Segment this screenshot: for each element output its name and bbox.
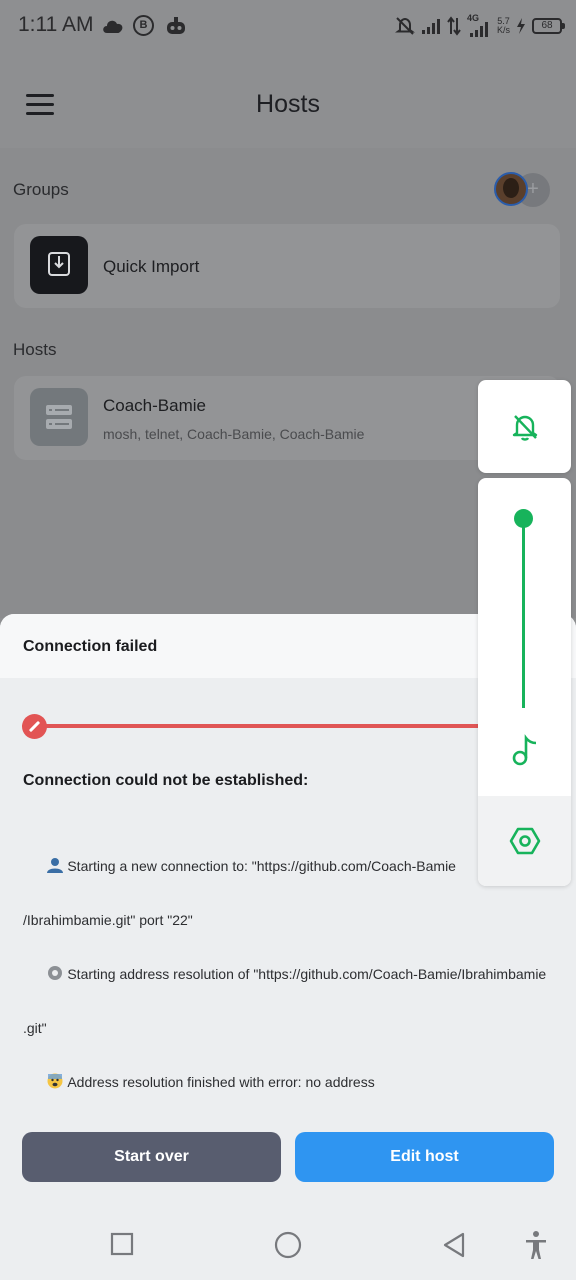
music-note-icon	[512, 734, 537, 766]
connection-progress-line	[22, 724, 492, 728]
network-speed: 5.7 K/s	[496, 16, 510, 35]
data-arrows-icon	[447, 16, 461, 36]
status-time: 1:11 AM	[18, 13, 94, 36]
hosts-label: Hosts	[13, 340, 57, 359]
settings-icon	[509, 827, 541, 855]
quick-import-card[interactable]: Quick Import	[14, 224, 560, 308]
signal-4g-icon: 4G	[467, 14, 491, 38]
avatar-group: +	[494, 172, 558, 207]
gear-emoji-icon	[48, 966, 63, 980]
battery-icon: 68	[532, 18, 565, 34]
system-nav-bar	[0, 1214, 576, 1280]
host-name: Coach-Bamie	[103, 396, 206, 415]
status-icons: 4G 5.7 K/s 68	[394, 10, 565, 42]
server-icon	[30, 388, 88, 446]
sheet-title: Connection failed	[23, 638, 158, 655]
log-line: Address resolution finished with error: …	[23, 1042, 563, 1123]
b-badge-icon: B	[133, 15, 154, 36]
error-status-icon	[22, 714, 47, 739]
recents-square-icon[interactable]	[110, 1232, 134, 1256]
start-over-button[interactable]: Start over	[22, 1132, 281, 1182]
quick-import-label: Quick Import	[103, 257, 200, 276]
volume-settings-button[interactable]	[478, 796, 571, 886]
charging-icon	[517, 18, 525, 34]
error-heading: Connection could not be established:	[23, 772, 309, 789]
scared-face-icon	[47, 1073, 63, 1089]
edit-host-button[interactable]: Edit host	[295, 1132, 554, 1182]
volume-slider-thumb[interactable]	[514, 509, 533, 528]
log-line: /Ibrahimbamie.git" port "22"	[23, 912, 193, 928]
avatar[interactable]	[494, 172, 528, 206]
groups-label: Groups	[13, 180, 69, 199]
host-subtitle: mosh, telnet, Coach-Bamie, Coach-Bamie	[103, 426, 365, 442]
robot-icon	[167, 17, 185, 34]
import-icon	[30, 236, 88, 294]
accessibility-icon[interactable]	[524, 1230, 548, 1260]
signal-icon	[421, 19, 440, 34]
status-bar: 1:11 AM B 4G 5.7 K/s 68	[0, 0, 576, 52]
page-title: Hosts	[256, 90, 320, 118]
log-line: Starting address resolution of "https://…	[23, 934, 563, 1015]
back-triangle-icon[interactable]	[442, 1232, 466, 1258]
volume-panel	[478, 478, 571, 886]
person-icon	[47, 858, 64, 873]
log-line: .git"	[23, 1020, 47, 1036]
app-bar: Hosts	[0, 52, 576, 148]
bell-off-icon	[512, 415, 538, 441]
volume-slider[interactable]	[522, 518, 525, 708]
home-circle-icon[interactable]	[274, 1231, 302, 1259]
ringer-toggle[interactable]	[478, 380, 571, 473]
bell-off-icon	[394, 17, 415, 35]
cloud-icon	[103, 20, 123, 33]
